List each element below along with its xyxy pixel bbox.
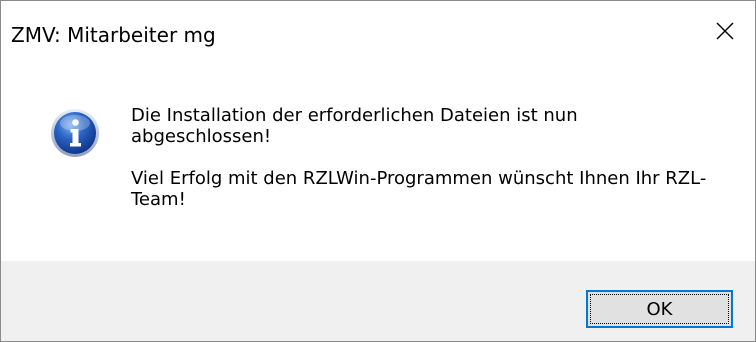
title-bar: ZMV: Mitarbeiter mg	[1, 1, 755, 61]
info-icon	[51, 109, 99, 157]
ok-button[interactable]: OK	[586, 290, 733, 328]
message-line-2: Viel Erfolg mit den RZLWin-Programmen wü…	[131, 168, 707, 210]
message-text: Die Installation der erforderlichen Date…	[131, 105, 721, 231]
message-line-1: Die Installation der erforderlichen Date…	[131, 105, 578, 147]
close-button[interactable]	[695, 1, 755, 61]
dialog-footer: OK	[1, 261, 755, 341]
close-icon	[716, 22, 734, 40]
dialog-content: Die Installation der erforderlichen Date…	[1, 61, 755, 261]
ok-button-label: OK	[646, 298, 673, 320]
message-dialog: ZMV: Mitarbeiter mg Die Installation der…	[0, 0, 756, 342]
window-title: ZMV: Mitarbeiter mg	[11, 23, 216, 47]
